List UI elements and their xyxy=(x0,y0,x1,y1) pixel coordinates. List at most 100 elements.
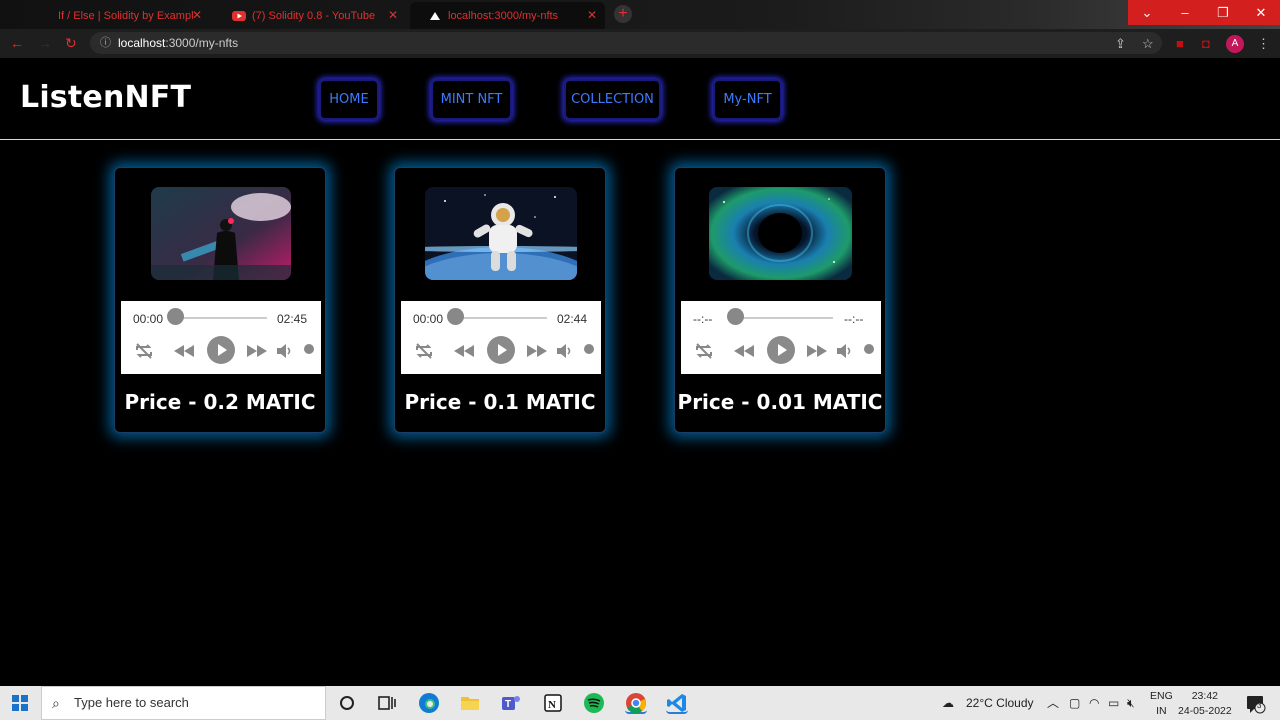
fast-forward-icon[interactable] xyxy=(804,339,830,363)
notion-icon[interactable]: N xyxy=(542,692,564,714)
restore-icon[interactable]: ❐ xyxy=(1204,0,1242,25)
search-placeholder: Type here to search xyxy=(74,695,189,710)
fast-forward-icon[interactable] xyxy=(524,339,550,363)
triangle-favicon-icon xyxy=(428,9,442,23)
windows-start-icon[interactable] xyxy=(12,695,28,711)
progress-knob[interactable] xyxy=(167,308,184,325)
clock-date: 24-05-2022 xyxy=(1178,705,1232,717)
chrome-icon[interactable] xyxy=(625,692,647,714)
language-code: ENG xyxy=(1150,690,1173,702)
task-view-icon[interactable] xyxy=(376,692,398,714)
play-button[interactable] xyxy=(767,336,795,364)
weather-text[interactable]: 22°C Cloudy xyxy=(966,686,1034,720)
edge-icon[interactable] xyxy=(418,692,440,714)
spotify-icon[interactable] xyxy=(583,692,605,714)
speaker-muted-icon[interactable]: 🔇︎ xyxy=(1127,686,1135,720)
fast-forward-icon[interactable] xyxy=(244,339,270,363)
tab-title: localhost:3000/my-nfts xyxy=(448,9,559,22)
svg-text:T: T xyxy=(505,699,511,710)
progress-knob[interactable] xyxy=(447,308,464,325)
cortana-icon[interactable] xyxy=(336,692,358,714)
tab-search-icon[interactable]: ⌄ xyxy=(1128,0,1166,25)
volume-icon[interactable] xyxy=(275,339,295,363)
nav-collection-button[interactable]: COLLECTION xyxy=(564,79,661,120)
vscode-icon[interactable] xyxy=(666,692,688,714)
progress-track[interactable] xyxy=(455,317,547,319)
wifi-icon[interactable]: ◠ xyxy=(1089,686,1099,720)
extension-icon[interactable]: ◘ xyxy=(1202,36,1210,51)
profile-avatar[interactable]: A xyxy=(1226,35,1244,53)
site-navbar: ListenNFT HOME MINT NFT COLLECTION My-NF… xyxy=(0,58,1280,140)
nft-image-concert xyxy=(151,187,291,280)
chevron-up-icon[interactable]: ︿ xyxy=(1047,686,1059,720)
back-icon[interactable]: ← xyxy=(10,35,24,51)
tab-youtube[interactable]: (7) Solidity 0.8 - YouTube ✕ xyxy=(214,2,406,29)
nft-card: 00:00 02:44 Price - 0.1 MATIC xyxy=(394,167,606,433)
progress-track[interactable] xyxy=(735,317,833,319)
bookmark-star-icon[interactable]: ☆ xyxy=(1142,36,1154,52)
new-tab-icon[interactable]: + xyxy=(614,5,632,23)
tab-title: If / Else | Solidity by Example | 0.8 xyxy=(58,9,193,22)
site-info-icon[interactable]: ⓘ xyxy=(100,32,111,54)
current-time: --:-- xyxy=(693,312,713,326)
volume-slider-knob[interactable] xyxy=(864,344,874,354)
device-icon[interactable]: ▢ xyxy=(1069,686,1080,720)
browser-tab-bar: If / Else | Solidity by Example | 0.8 ✕ … xyxy=(0,0,1280,29)
nav-mint-nft-button[interactable]: MINT NFT xyxy=(431,79,512,120)
nft-card: --:-- --:-- Price - 0.01 MATIC xyxy=(674,167,886,433)
play-button[interactable] xyxy=(207,336,235,364)
progress-knob[interactable] xyxy=(727,308,744,325)
file-explorer-icon[interactable] xyxy=(459,692,481,714)
youtube-icon xyxy=(232,9,246,23)
close-icon[interactable]: ✕ xyxy=(192,8,202,22)
volume-icon[interactable] xyxy=(555,339,575,363)
battery-icon[interactable]: ▭ xyxy=(1108,686,1119,720)
web-page: ListenNFT HOME MINT NFT COLLECTION My-NF… xyxy=(0,58,1280,686)
loop-off-icon[interactable] xyxy=(693,339,715,363)
loop-off-icon[interactable] xyxy=(413,339,435,363)
play-button[interactable] xyxy=(487,336,515,364)
clock-time: 23:42 xyxy=(1191,690,1218,702)
close-window-icon[interactable]: ✕ xyxy=(1242,0,1280,25)
current-time: 00:00 xyxy=(413,312,444,326)
extension-icon[interactable]: ■ xyxy=(1176,36,1184,51)
volume-slider-knob[interactable] xyxy=(304,344,314,354)
rewind-icon[interactable] xyxy=(731,339,757,363)
minimize-icon[interactable]: – xyxy=(1166,0,1204,25)
duration: 02:45 xyxy=(277,312,308,326)
reload-icon[interactable]: ↻ xyxy=(65,35,77,52)
search-icon: ⌕ xyxy=(52,695,60,711)
share-icon[interactable]: ⇪ xyxy=(1115,36,1126,52)
solidity-favicon-icon xyxy=(38,9,52,23)
audio-player: 00:00 02:44 xyxy=(401,301,601,374)
nft-image-astronaut xyxy=(425,187,577,280)
volume-icon[interactable] xyxy=(835,339,855,363)
system-clock[interactable]: 23:42 24-05-2022 xyxy=(1178,689,1232,719)
volume-slider-knob[interactable] xyxy=(584,344,594,354)
menu-dots-icon[interactable]: ⋮ xyxy=(1257,36,1270,52)
loop-off-icon[interactable] xyxy=(133,339,155,363)
progress-track[interactable] xyxy=(175,317,267,319)
tab-localhost[interactable]: localhost:3000/my-nfts ✕ xyxy=(410,2,605,29)
nft-price: Price - 0.1 MATIC xyxy=(404,390,596,414)
notifications-icon[interactable]: 3 xyxy=(1244,692,1266,714)
svg-text:N: N xyxy=(548,699,556,711)
nav-home-button[interactable]: HOME xyxy=(319,79,379,120)
close-icon[interactable]: ✕ xyxy=(388,8,398,22)
rewind-icon[interactable] xyxy=(451,339,477,363)
teams-icon[interactable]: T xyxy=(500,692,522,714)
duration: --:-- xyxy=(844,312,864,326)
site-logo[interactable]: ListenNFT xyxy=(20,80,191,115)
tab-solidity-by-example[interactable]: If / Else | Solidity by Example | 0.8 ✕ xyxy=(20,2,210,29)
forward-icon[interactable]: → xyxy=(38,35,52,51)
windows-taskbar: ⌕ Type here to search T N ☁ 22°C Cloudy … xyxy=(0,686,1280,720)
close-icon[interactable]: ✕ xyxy=(587,8,597,22)
audio-player: --:-- --:-- xyxy=(681,301,881,374)
region-code: IN xyxy=(1156,705,1167,717)
input-language[interactable]: ENG IN xyxy=(1150,689,1173,719)
url-field[interactable]: ⓘ localhost:3000/my-nfts xyxy=(90,32,1162,54)
nav-my-nft-button[interactable]: My-NFT xyxy=(713,79,782,120)
taskbar-search-input[interactable]: ⌕ Type here to search xyxy=(41,686,326,720)
weather-cloud-icon[interactable]: ☁ xyxy=(942,686,954,720)
rewind-icon[interactable] xyxy=(171,339,197,363)
